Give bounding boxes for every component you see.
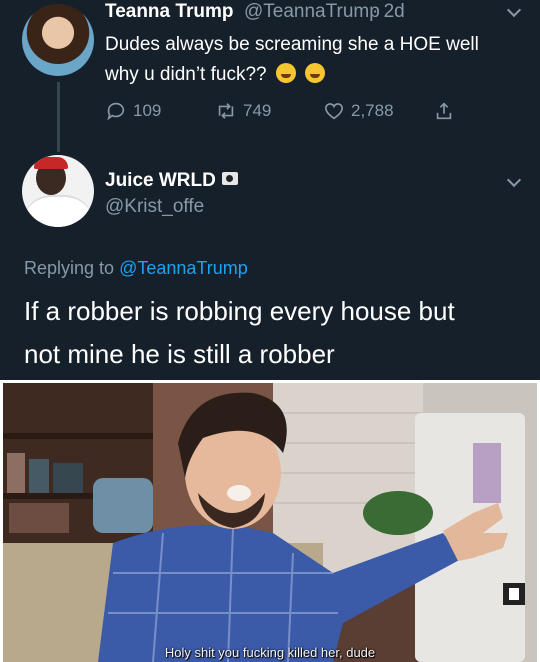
reply-text: If a robber is robbing every house but n… xyxy=(24,290,524,376)
replying-to-line: Replying to @TeannaTrump xyxy=(24,258,248,279)
reply-text-line-1: If a robber is robbing every house but xyxy=(24,296,455,326)
heart-icon xyxy=(324,103,344,120)
tweet-text: Dudes always be screaming she a HOE well… xyxy=(105,30,525,90)
meme-caption: Holy shit you fucking killed her, dude xyxy=(164,645,376,660)
share-icon xyxy=(436,102,452,120)
tweet-timestamp[interactable]: · 2d xyxy=(372,1,405,23)
tweet-author-handle[interactable]: @TeannaTrump xyxy=(244,1,380,23)
share-action[interactable] xyxy=(433,100,455,122)
retweet-action[interactable]: 749 xyxy=(215,100,271,122)
thinking-face-emoji xyxy=(275,63,296,83)
reply-menu-chevron-icon[interactable] xyxy=(506,172,522,188)
tweet-author-name[interactable]: Teanna Trump xyxy=(105,1,233,23)
like-action[interactable]: 2,788 xyxy=(323,100,394,122)
thread-connector-line xyxy=(57,82,60,152)
replying-to-mention[interactable]: @TeannaTrump xyxy=(119,258,248,278)
teanna-avatar[interactable] xyxy=(22,4,94,76)
reply-text-line-2: not mine he is still a robber xyxy=(24,339,335,369)
replying-prefix: Replying to xyxy=(24,258,115,278)
tweet-text-line-2-wrap: why u didn’t fuck?? xyxy=(105,60,525,90)
meme-illustration xyxy=(3,383,537,662)
reply-author-handle[interactable]: @Krist_offe xyxy=(105,196,204,218)
tweet-thread: Teanna Trump @TeannaTrump · 2d Dudes alw… xyxy=(0,0,540,380)
tweet-text-line-2: why u didn’t fuck?? xyxy=(105,64,267,85)
retweet-icon xyxy=(218,103,234,119)
avatar-shirt xyxy=(22,195,94,227)
reply-icon xyxy=(107,102,125,121)
tweet-action-bar: 109 749 2,788 xyxy=(105,100,525,130)
meme-image: Holy shit you fucking killed her, dude xyxy=(0,380,540,662)
juice-wrld-avatar[interactable] xyxy=(22,155,94,227)
tweet-menu-chevron-icon[interactable] xyxy=(506,2,522,18)
retweet-count: 749 xyxy=(243,101,272,120)
reply-count: 109 xyxy=(133,101,162,120)
tweet-text-line-1: Dudes always be screaming she a HOE well xyxy=(105,34,479,55)
like-count: 2,788 xyxy=(351,101,394,120)
meme-scene: Holy shit you fucking killed her, dude xyxy=(3,383,537,662)
reply-author-name: Juice WRLD xyxy=(105,170,216,191)
rolling-laughing-emoji xyxy=(305,63,326,83)
camera-badge-icon xyxy=(221,172,238,185)
reply-action[interactable]: 109 xyxy=(105,100,161,122)
avatar-cap xyxy=(34,157,68,169)
reply-author-name-wrap[interactable]: Juice WRLD xyxy=(105,170,238,192)
